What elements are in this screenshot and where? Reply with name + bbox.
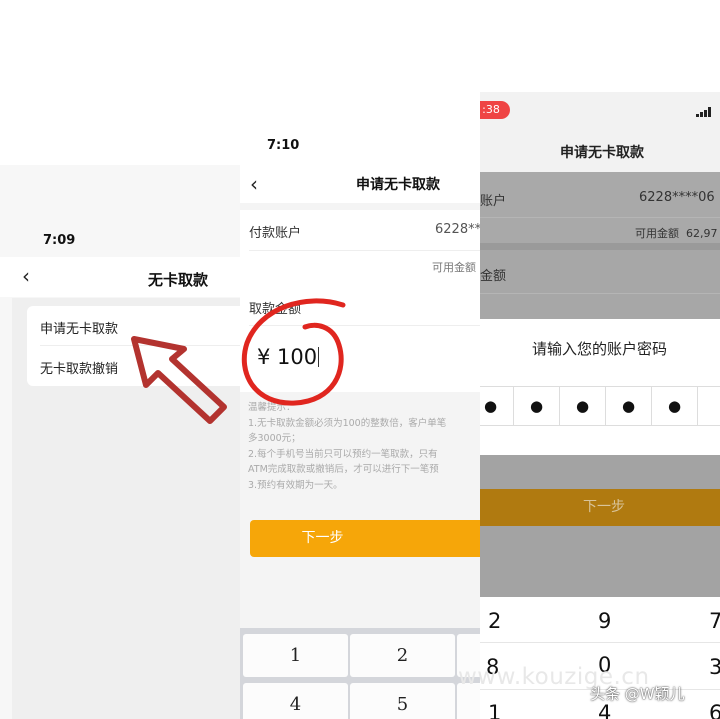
key-1[interactable]: 1 bbox=[243, 634, 348, 677]
status-bar: :38 bbox=[480, 92, 720, 120]
status-time: 7:09 bbox=[43, 233, 76, 248]
tip-line: ATM完成取款或撤销后，才可以进行下一笔预 bbox=[248, 464, 439, 475]
pin-cell: ● bbox=[606, 387, 652, 425]
pin-cell: ● bbox=[480, 387, 514, 425]
highlight-circle-icon bbox=[241, 298, 346, 406]
numpad-key[interactable]: 3 bbox=[709, 655, 720, 679]
available-value: 62,97 bbox=[686, 227, 718, 240]
screen-cardless-menu: 7:09 ‹ 无卡取款 申请无卡取款 无卡取款撤销 bbox=[0, 165, 240, 719]
account-number[interactable]: 6228** bbox=[435, 222, 480, 237]
tip-line: 1.无卡取款金额必须为100的整数倍，客户单笔 bbox=[248, 417, 447, 429]
pointer-arrow-icon bbox=[131, 336, 227, 424]
page-title: 申请无卡取款 bbox=[560, 145, 644, 161]
next-step-button[interactable]: 下一步 bbox=[250, 520, 480, 557]
pin-cell: ● bbox=[514, 387, 560, 425]
numpad-key[interactable]: 7 bbox=[709, 609, 720, 633]
screen-password-entry: :38 申请无卡取款 账户 6228****06 可用金额 62,97 金额 请… bbox=[480, 92, 720, 719]
pin-cell: ● bbox=[652, 387, 698, 425]
back-arrow-icon[interactable]: ‹ bbox=[250, 173, 258, 195]
amount-label: 金额 bbox=[480, 269, 507, 284]
status-time: 7:10 bbox=[267, 138, 300, 153]
numeric-keypad: 1 2 4 5 bbox=[240, 628, 480, 719]
author-credit: 头条 @W颖儿 bbox=[590, 685, 685, 703]
dimmed-footer: 下一步 bbox=[480, 455, 720, 597]
pin-input[interactable]: ● ● ● ● ● bbox=[480, 386, 720, 426]
signal-icon bbox=[696, 107, 711, 117]
key-5[interactable]: 5 bbox=[350, 683, 455, 719]
tip-line: 多3000元； bbox=[248, 433, 301, 444]
divider bbox=[480, 293, 720, 294]
page-title: 无卡取款 bbox=[148, 271, 209, 289]
divider bbox=[249, 250, 480, 251]
dimmed-form: 账户 6228****06 可用金额 62,97 金额 bbox=[480, 172, 720, 319]
nav-bar: 申请无卡取款 bbox=[480, 120, 720, 172]
status-time: :38 bbox=[480, 101, 510, 119]
numpad-key[interactable]: 9 bbox=[598, 609, 611, 633]
key-4[interactable]: 4 bbox=[243, 683, 348, 719]
divider bbox=[480, 217, 720, 218]
pin-cell bbox=[698, 387, 720, 425]
available-label: 可用金额 bbox=[635, 227, 679, 240]
numpad-key[interactable]: 1 bbox=[488, 701, 501, 719]
tip-line: 3.预约有效期为一天。 bbox=[248, 479, 343, 491]
account-label: 账户 bbox=[480, 194, 507, 209]
nav-bar: ‹ 无卡取款 bbox=[0, 257, 240, 297]
account-number: 6228****06 bbox=[639, 190, 715, 205]
password-prompt: 请输入您的账户密码 bbox=[532, 340, 668, 358]
key-2[interactable]: 2 bbox=[350, 634, 455, 677]
tips-block: 温馨提示： 1.无卡取款金额必须为100的整数倍，客户单笔 多3000元； 2.… bbox=[248, 400, 480, 493]
password-dialog: 请输入您的账户密码 ● ● ● ● ● bbox=[480, 319, 720, 455]
divider bbox=[480, 642, 720, 643]
screen-apply-cardless: 7:10 ‹ 申请无卡取款 付款账户 6228** 可用金额 取款金额 ¥ 10… bbox=[240, 118, 480, 719]
section-gap bbox=[480, 243, 720, 250]
collage-canvas: 7:09 ‹ 无卡取款 申请无卡取款 无卡取款撤销 7:10 ‹ 申请无卡取款 … bbox=[0, 0, 720, 719]
tip-line: 2.每个手机号当前只可以预约一笔取款，只有 bbox=[248, 448, 438, 460]
account-label: 付款账户 bbox=[249, 226, 302, 241]
menu-item-cancel-cardless[interactable]: 无卡取款撤销 bbox=[40, 358, 118, 377]
numpad-key[interactable]: 2 bbox=[488, 609, 501, 633]
pin-cell: ● bbox=[560, 387, 606, 425]
page-title: 申请无卡取款 bbox=[356, 177, 440, 193]
available-balance: 可用金额 62,97 bbox=[635, 225, 718, 241]
next-step-button[interactable]: 下一步 bbox=[480, 489, 720, 526]
numpad-key[interactable]: 6 bbox=[709, 701, 720, 719]
payment-account-section: 付款账户 6228** 可用金额 bbox=[240, 210, 480, 290]
back-arrow-icon[interactable]: ‹ bbox=[22, 265, 30, 287]
menu-item-apply-cardless[interactable]: 申请无卡取款 bbox=[40, 318, 118, 337]
available-label: 可用金额 bbox=[432, 261, 476, 274]
